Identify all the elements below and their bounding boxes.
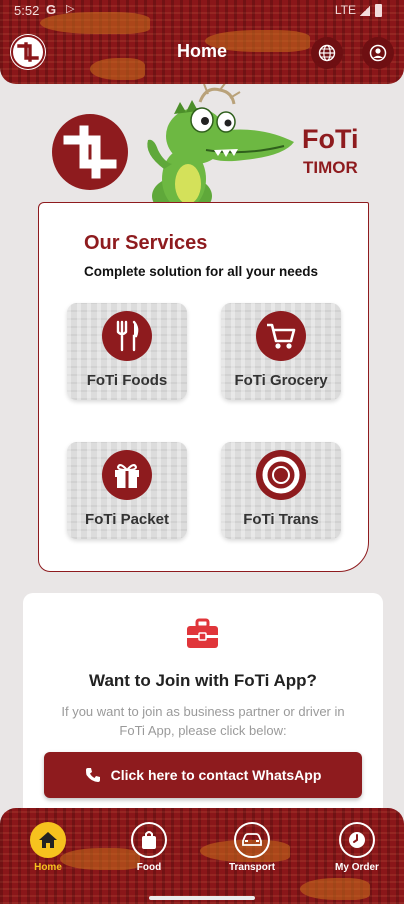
status-bar: 5:52 G ▷ LTE [0, 0, 404, 22]
service-tile-grocery[interactable]: FoTi Grocery [221, 303, 341, 400]
clock-icon [339, 822, 375, 858]
service-label: FoTi Foods [86, 372, 168, 389]
nav-label: My Order [335, 862, 379, 873]
nav-label: Transport [228, 862, 276, 873]
join-title: Want to Join with FoTi App? [89, 671, 317, 690]
service-label: FoTi Grocery [234, 372, 328, 389]
language-button[interactable] [311, 37, 343, 69]
home-icon [30, 822, 66, 858]
nav-item-my-order[interactable]: My Order [317, 820, 397, 890]
account-button[interactable] [362, 37, 394, 69]
nav-label: Food [136, 862, 162, 873]
service-label: FoTi Packet [85, 511, 169, 528]
services-subtitle: Complete solution for all your needs [84, 264, 319, 279]
fork-knife-icon [102, 311, 152, 361]
nav-label: Home [34, 862, 62, 873]
bottom-nav: Home Food Transport My Order [0, 808, 404, 904]
brand-country: TIMOR [303, 158, 358, 177]
briefcase-icon [187, 618, 218, 648]
services-title: Our Services [84, 232, 208, 254]
network-type: LTE [334, 3, 356, 17]
gift-box-icon [102, 450, 152, 500]
phone-icon [85, 768, 100, 782]
car-icon [234, 822, 270, 858]
nav-item-transport[interactable]: Transport [212, 820, 292, 890]
service-label: FoTi Trans [243, 511, 319, 528]
signal-icon [360, 6, 370, 16]
account-circle-icon [369, 44, 387, 62]
service-tile-foods[interactable]: FoTi Foods [67, 303, 187, 400]
contact-whatsapp-button[interactable]: Click here to contact WhatsApp [44, 752, 362, 798]
nav-item-home[interactable]: Home [8, 820, 88, 890]
service-tile-packet[interactable]: FoTi Packet [67, 442, 187, 539]
nav-item-food[interactable]: Food [109, 820, 189, 890]
join-card: Want to Join with FoTi App? If you want … [23, 593, 383, 823]
ring-target-icon [256, 450, 306, 500]
globe-icon [318, 44, 336, 62]
status-time: 5:52 [14, 3, 40, 18]
shopping-bag-icon [131, 822, 167, 858]
battery-icon [375, 4, 382, 17]
google-icon: G [46, 2, 57, 17]
shopping-cart-icon [256, 311, 306, 361]
service-tile-trans[interactable]: FoTi Trans [221, 442, 341, 539]
join-description: If you want to join as business partner … [61, 704, 345, 738]
crocodile-mascot-icon [147, 84, 294, 216]
services-card: Our Services Complete solution for all y… [38, 202, 369, 572]
contact-whatsapp-label: Click here to contact WhatsApp [110, 767, 322, 783]
foti-brand-logo-icon [52, 114, 128, 190]
brand-name: FoTi [302, 124, 359, 154]
page-title: Home [176, 41, 227, 61]
gesture-bar[interactable] [149, 896, 255, 900]
play-store-icon: ▷ [66, 3, 75, 15]
